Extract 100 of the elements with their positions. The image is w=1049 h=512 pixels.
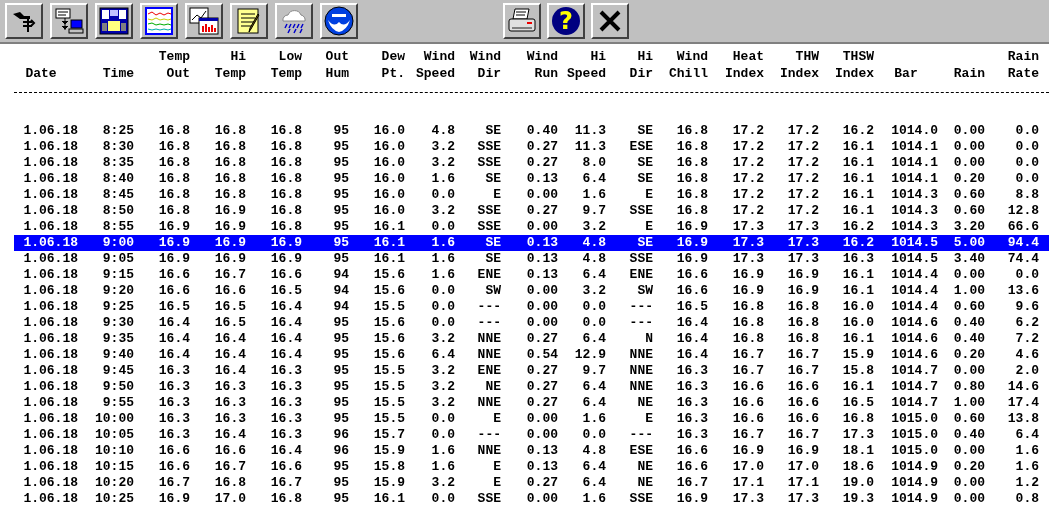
- table-cell-text: 16.7: [731, 427, 764, 443]
- table-cell-text: NNE: [476, 331, 501, 347]
- table-row[interactable]: 1.06.18 9:35 16.4 16.4 16.4 95 15.6 3.2 NNE 0.27 6.4 N 16.4 16.8 16.8 16.1 1014.6 0.40 7.2: [0, 331, 1049, 347]
- table-cell-text: 3.2: [430, 395, 455, 411]
- table-cell-text: 16.0: [841, 299, 874, 315]
- download-button[interactable]: [50, 3, 88, 39]
- table-cell-text: 3.2: [430, 379, 455, 395]
- table-cell-text: 0.00: [952, 267, 985, 283]
- table-row[interactable]: 1.06.18 10:05 16.3 16.4 16.3 96 15.7 0.0 --- 0.00 0.0 --- 16.3 16.7 16.7 17.3 1015.0 0.40 6.4: [0, 427, 1049, 443]
- table-row[interactable]: 1.06.18 8:35 16.8 16.8 16.8 95 16.0 3.2 SSE 0.27 8.0 SE 16.8 17.2 17.2 16.1 1014.1 0.00 0.0: [0, 155, 1049, 171]
- table-cell-text: 95: [332, 411, 349, 427]
- table-cell-text: 16.9: [213, 203, 246, 219]
- close-icon: [598, 9, 622, 33]
- table-row[interactable]: 1.06.18 9:05 16.9 16.9 16.9 95 16.1 1.6 SE 0.13 4.8 SSE 16.9 17.3 17.3 16.3 1014.5 3.40 74.4: [0, 251, 1049, 267]
- table-cell-text: 16.3: [157, 411, 190, 427]
- column-header: Out: [324, 48, 349, 65]
- table-row[interactable]: 1.06.18 10:10 16.6 16.6 16.4 96 15.9 1.6 NNE 0.13 4.8 ESE 16.6 16.9 16.9 18.1 1015.0 0.00 1.6: [0, 443, 1049, 459]
- table-row[interactable]: 1.06.18 10:15 16.6 16.7 16.6 95 15.8 1.6 E 0.13 6.4 NE 16.6 17.0 17.0 18.6 1014.9 0.20 1.6: [0, 459, 1049, 475]
- table-cell-text: 95: [332, 459, 349, 475]
- noaa-button[interactable]: [320, 3, 358, 39]
- table-cell-text: 0.00: [525, 315, 558, 331]
- table-cell-text: 16.7: [731, 363, 764, 379]
- table-cell-text: 16.9: [786, 283, 819, 299]
- table-row[interactable]: 1.06.18 10:25 16.9 17.0 16.8 95 16.1 0.0 SSE 0.00 1.6 SSE 16.9 17.3 17.3 19.3 1014.9 0.00 0.8: [0, 491, 1049, 507]
- table-cell-text: 13.6: [1006, 283, 1039, 299]
- table-row[interactable]: 1.06.18 9:45 16.3 16.4 16.3 95 15.5 3.2 ENE 0.27 9.7 NNE 16.3 16.7 16.7 15.8 1014.7 0.00 2.0: [0, 363, 1049, 379]
- table-cell-text: 95: [332, 203, 349, 219]
- table-row[interactable]: 1.06.18 10:20 16.7 16.8 16.7 95 15.9 3.2 E 0.27 6.4 NE 16.7 17.1 17.1 19.0 1014.9 0.00 1.2: [0, 475, 1049, 491]
- table-cell-text: 17.2: [786, 187, 819, 203]
- table-cell-text: 95: [332, 315, 349, 331]
- table-row[interactable]: 1.06.18 9:15 16.6 16.7 16.6 94 15.6 1.6 ENE 0.13 6.4 ENE 16.6 16.9 16.9 16.1 1014.4 0.00 0.0: [0, 267, 1049, 283]
- table-cell-text: 16.6: [157, 443, 190, 459]
- table-cell-text: 15.8: [841, 363, 874, 379]
- table-cell-text: 16.4: [269, 443, 302, 459]
- table-row[interactable]: 1.06.18 8:45 16.8 16.8 16.8 95 16.0 0.0 E 0.00 1.6 E 16.8 17.2 17.2 16.1 1014.3 0.60 8.8: [0, 187, 1049, 203]
- table-cell-text: 16.4: [269, 299, 302, 315]
- table-row[interactable]: 1.06.18 9:50 16.3 16.3 16.3 95 15.5 3.2 NE 0.27 6.4 NNE 16.3 16.6 16.6 16.1 1014.7 0.80 14.6: [0, 379, 1049, 395]
- table-row[interactable]: 1.06.18 10:00 16.3 16.3 16.3 95 15.5 0.0 E 0.00 1.6 E 16.3 16.6 16.6 16.8 1015.0 0.60 13.8: [0, 411, 1049, 427]
- table-row[interactable]: 1.06.18 9:30 16.4 16.5 16.4 95 15.6 0.0 --- 0.00 0.0 --- 16.4 16.8 16.8 16.0 1014.6 0.40 6.2: [0, 315, 1049, 331]
- table-cell-text: 16.2: [841, 235, 874, 251]
- table-cell-text: 15.6: [372, 315, 405, 331]
- table-cell-text: 1.6: [430, 459, 455, 475]
- print-button[interactable]: [503, 3, 541, 39]
- table-cell-text: 6.4: [430, 347, 455, 363]
- table-row[interactable]: 1.06.18 9:25 16.5 16.5 16.4 94 15.5 0.0 --- 0.00 0.0 --- 16.5 16.8 16.8 16.0 1014.4 0.60 9.6: [0, 299, 1049, 315]
- table-cell-text: 16.1: [372, 219, 405, 235]
- table-cell-text: 4.8: [581, 251, 606, 267]
- graph-button[interactable]: [185, 3, 223, 39]
- table-cell-text: 16.8: [731, 331, 764, 347]
- table-cell-text: 16.3: [675, 427, 708, 443]
- column-header: Dir: [476, 65, 501, 82]
- table-cell-text: 0.0: [1014, 267, 1039, 283]
- table-cell-text: 16.7: [675, 475, 708, 491]
- table-cell-text: 17.1: [786, 475, 819, 491]
- table-cell-text: 1014.0: [890, 123, 938, 139]
- table-row[interactable]: 1.06.18 8:55 16.9 16.9 16.8 95 16.1 0.0 SSE 0.00 3.2 E 16.9 17.3 17.3 16.2 1014.3 3.20 66.6: [0, 219, 1049, 235]
- table-cell-text: 0.00: [525, 411, 558, 427]
- table-cell-text: 16.8: [157, 187, 190, 203]
- table-cell-text: 96: [332, 427, 349, 443]
- table-cell-text: 1.6: [581, 187, 606, 203]
- table-cell-text: 1.06.18: [22, 379, 79, 395]
- table-row[interactable]: 1.06.18 8:40 16.8 16.8 16.8 95 16.0 1.6 SE 0.13 6.4 SE 16.8 17.2 17.2 16.1 1014.1 0.20 0.0: [0, 171, 1049, 187]
- table-cell-text: 10:00: [94, 411, 134, 427]
- table-cell-text: SE: [636, 155, 653, 171]
- table-cell-text: 3.2: [430, 331, 455, 347]
- table-cell-text: 16.8: [213, 139, 246, 155]
- notes-button[interactable]: [230, 3, 268, 39]
- table-row[interactable]: 1.06.18 8:50 16.8 16.9 16.8 95 16.0 3.2 SSE 0.27 9.7 SSE 16.8 17.2 17.2 16.1 1014.3 0.60 12.8: [0, 203, 1049, 219]
- table-cell-text: 1.6: [1014, 443, 1039, 459]
- close-button[interactable]: [591, 3, 629, 39]
- rain-button[interactable]: [275, 3, 313, 39]
- table-cell-text: 5.00: [952, 235, 985, 251]
- bulletin-button[interactable]: [95, 3, 133, 39]
- table-cell-text: 16.7: [731, 347, 764, 363]
- table-cell-text: 16.3: [269, 395, 302, 411]
- table-row[interactable]: 1.06.18 9:20 16.6 16.6 16.5 94 15.6 0.0 SW 0.00 3.2 SW 16.6 16.9 16.9 16.1 1014.4 1.00 13.6: [0, 283, 1049, 299]
- table-cell-text: 17.3: [731, 491, 764, 507]
- strip-chart-button[interactable]: [140, 3, 178, 39]
- table-cell-text: 16.0: [372, 139, 405, 155]
- table-cell-text: 0.00: [952, 475, 985, 491]
- table-row[interactable]: 1.06.18 8:25 16.8 16.8 16.8 95 16.0 4.8 SE 0.40 11.3 SE 16.8 17.2 17.2 16.2 1014.0 0.00 0.0: [0, 123, 1049, 139]
- table-cell-text: 16.2: [841, 219, 874, 235]
- station-button[interactable]: [5, 3, 43, 39]
- table-cell-text: 16.0: [372, 171, 405, 187]
- table-cell-text: 0.0: [1014, 123, 1039, 139]
- table-cell-text: 1014.9: [890, 491, 938, 507]
- table-row[interactable]: 1.06.18 8:30 16.8 16.8 16.8 95 16.0 3.2 SSE 0.27 11.3 ESE 16.8 17.2 17.2 16.1 1014.1 0.00 0.0: [0, 139, 1049, 155]
- table-cell-text: 4.8: [581, 235, 606, 251]
- table-cell-text: 8:30: [101, 139, 134, 155]
- table-cell-text: 16.1: [841, 267, 874, 283]
- table-row[interactable]: 1.06.18 9:40 16.4 16.4 16.4 95 15.6 6.4 NNE 0.54 12.9 NNE 16.4 16.7 16.7 15.9 1014.6 0.20 4.6: [0, 347, 1049, 363]
- table-cell-text: 0.0: [581, 315, 606, 331]
- table-cell-text: 16.1: [841, 139, 874, 155]
- table-cell-text: ENE: [476, 363, 501, 379]
- table-cell-text: 9.6: [1014, 299, 1039, 315]
- selected-row[interactable]: 1.06.18 9:00 16.9 16.9 16.9 95 16.1 1.6 SE 0.13 4.8 SE 16.9 17.3 17.3 16.2 1014.5 5.00 94.4: [14, 235, 1049, 251]
- table-cell-text: NE: [636, 459, 653, 475]
- table-cell-text: 0.0: [581, 427, 606, 443]
- table-row[interactable]: 1.06.18 9:55 16.3 16.3 16.3 95 15.5 3.2 NNE 0.27 6.4 NE 16.3 16.6 16.6 16.5 1014.7 1.00 17.4: [0, 395, 1049, 411]
- table-cell-text: 0.27: [525, 331, 558, 347]
